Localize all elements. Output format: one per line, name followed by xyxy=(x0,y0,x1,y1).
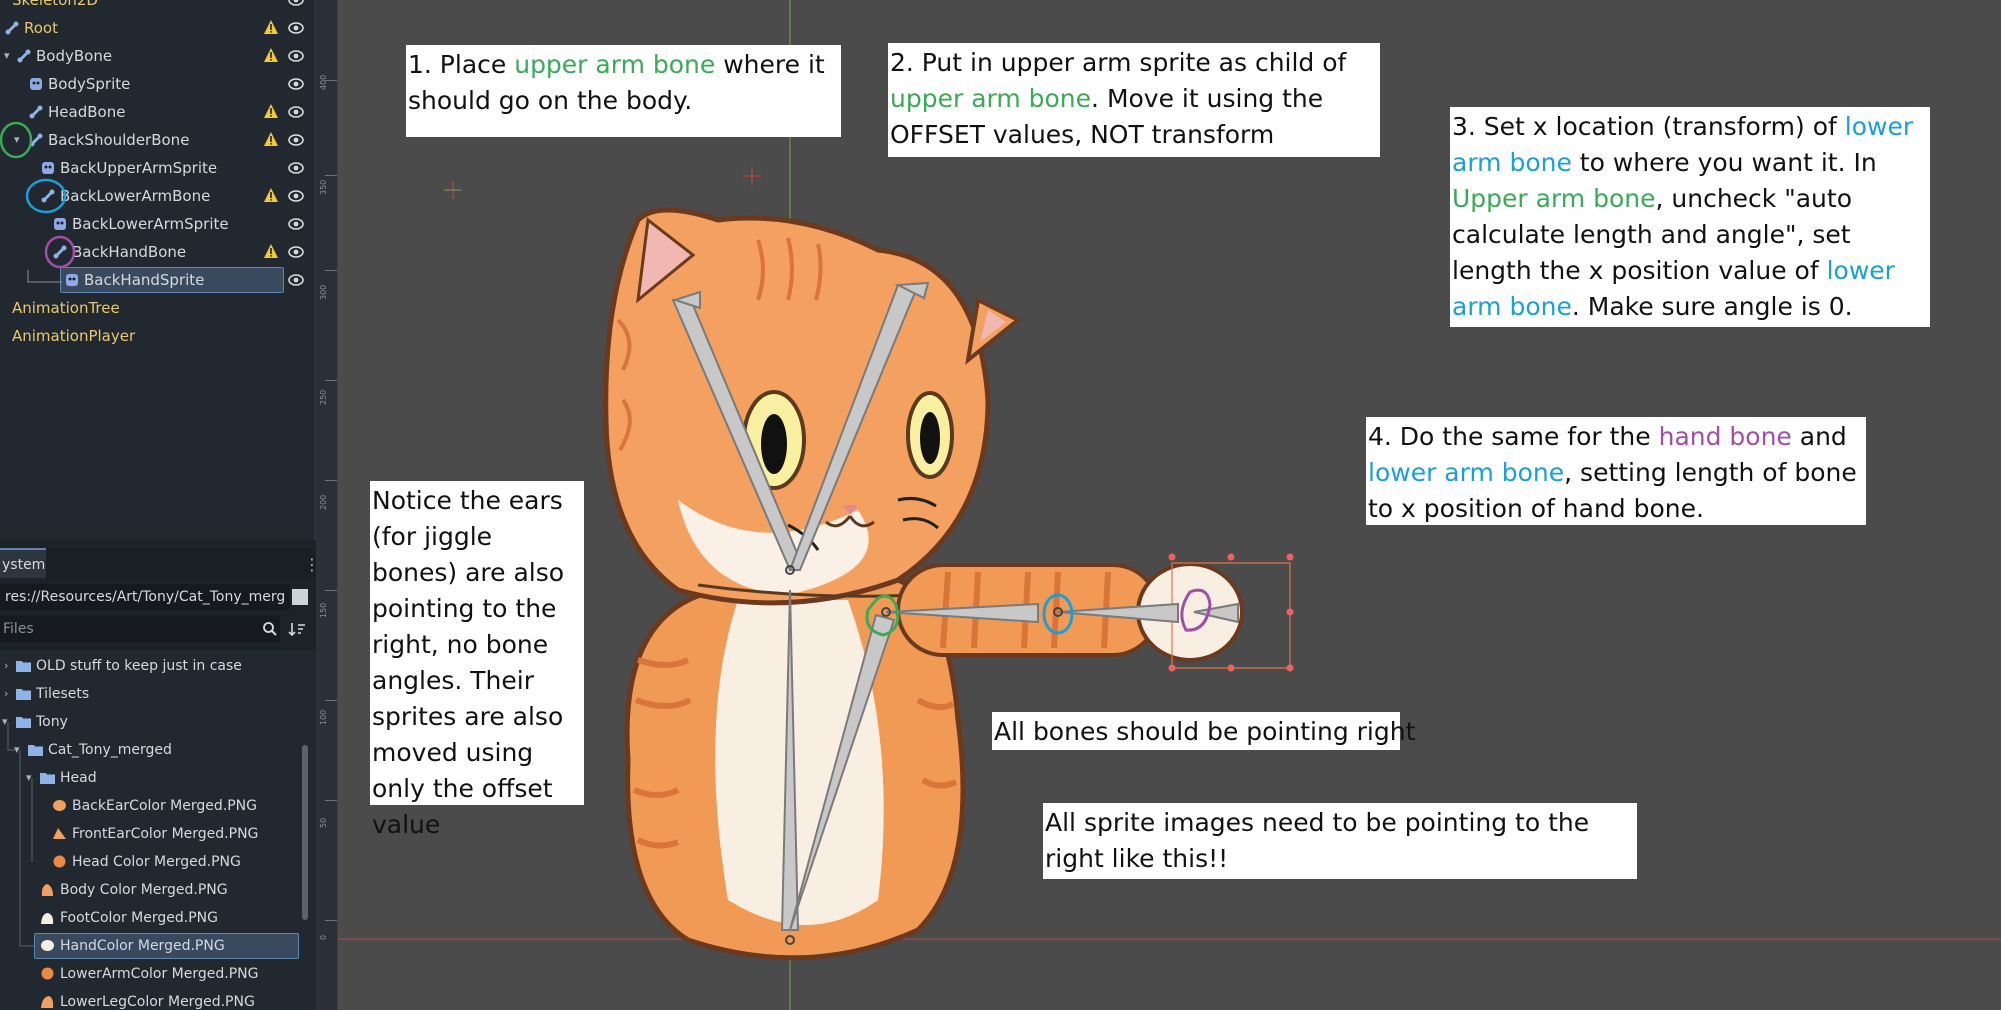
tree-annotation-marks xyxy=(0,121,76,283)
scene-tree-panel: Skeleton2D Root ▾ BodyBone BodySprite He… xyxy=(0,0,316,540)
filesystem-list: › OLD stuff to keep just in case › Tiles… xyxy=(0,650,316,1010)
note-ears: Notice the ears (for jiggle bones) are a… xyxy=(370,481,584,839)
note-step-2: 2. Put in upper arm sprite as child of u… xyxy=(888,43,1380,157)
left-dock: Skeleton2D Root ▾ BodyBone BodySprite He… xyxy=(0,0,320,1010)
filesystem-tabbar: ystem ⋮ xyxy=(0,548,320,578)
note-step-3: 3. Set x location (transform) of lower a… xyxy=(1450,107,1930,327)
tree-item-animationplayer[interactable]: AnimationPlayer xyxy=(0,322,316,350)
filter-files-input[interactable]: Files xyxy=(0,616,280,642)
note-step-1: 1. Place upper arm bone where it should … xyxy=(406,45,841,137)
sort-icon[interactable] xyxy=(288,621,306,637)
path-field[interactable]: res://Resources/Art/Tony/Cat_Tony_merg xyxy=(0,584,290,610)
note-bones-right: All bones should be pointing right xyxy=(992,712,1415,750)
split-mode-button[interactable] xyxy=(292,589,308,605)
search-icon xyxy=(263,622,277,636)
tab-filesystem[interactable]: ystem xyxy=(0,548,46,578)
vertical-ruler: 400 350 300 250 200 150 100 50 0 xyxy=(316,0,338,1010)
filesystem-scrollbar[interactable] xyxy=(302,745,308,920)
note-step-4: 4. Do the same for the hand bone and low… xyxy=(1366,417,1866,525)
note-sprites-right: All sprite images need to be pointing to… xyxy=(1043,803,1637,879)
tree-guide-lines xyxy=(7,722,34,947)
